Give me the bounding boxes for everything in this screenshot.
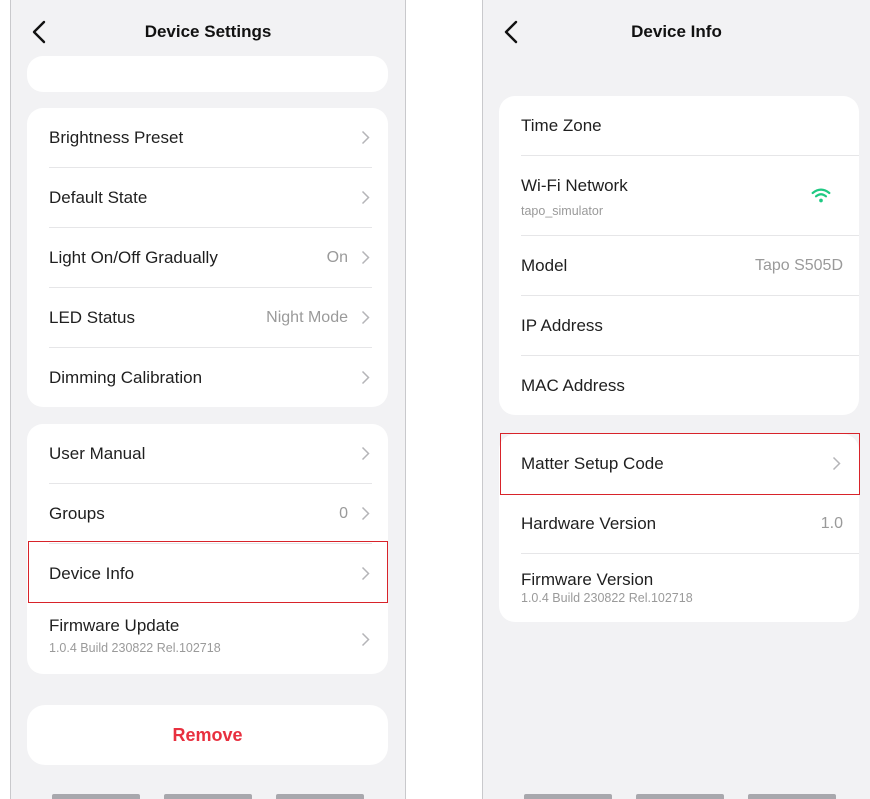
row-label: Groups bbox=[49, 504, 105, 523]
chevron-right-icon bbox=[832, 456, 841, 471]
info-card-network: Time Zone Wi-Fi Network tapo_simulator M… bbox=[499, 96, 859, 415]
row-label: Dimming Calibration bbox=[49, 368, 203, 387]
row-ip-address: IP Address bbox=[499, 296, 859, 356]
row-value: 0 bbox=[339, 505, 348, 522]
bottom-tab-stub bbox=[748, 794, 836, 799]
row-value: On bbox=[326, 249, 348, 266]
bottom-tab-stub bbox=[52, 794, 140, 799]
row-value: 1.0 bbox=[820, 515, 843, 532]
row-label: Time Zone bbox=[521, 116, 602, 135]
wifi-icon bbox=[811, 188, 831, 203]
chevron-right-icon bbox=[361, 506, 370, 521]
row-device-info[interactable]: Device Info bbox=[27, 544, 388, 604]
row-label: Hardware Version bbox=[521, 514, 657, 533]
row-label: User Manual bbox=[49, 444, 146, 463]
row-label: Light On/Off Gradually bbox=[49, 248, 218, 267]
row-time-zone: Time Zone bbox=[499, 96, 859, 156]
firmware-version-text: 1.0.4 Build 230822 Rel.102718 bbox=[521, 591, 693, 605]
top-bar: Device Info bbox=[483, 0, 870, 66]
row-label: Firmware Version bbox=[521, 570, 654, 589]
row-firmware-update[interactable]: Firmware Update 1.0.4 Build 230822 Rel.1… bbox=[27, 604, 388, 674]
info-card-version: Matter Setup Code Hardware Version 1.0 F… bbox=[499, 434, 859, 622]
chevron-right-icon bbox=[361, 190, 370, 205]
row-user-manual[interactable]: User Manual bbox=[27, 424, 388, 484]
row-label: Firmware Update bbox=[49, 616, 180, 635]
chevron-right-icon bbox=[361, 632, 370, 647]
chevron-right-icon bbox=[361, 370, 370, 385]
chevron-right-icon bbox=[361, 566, 370, 581]
chevron-right-icon bbox=[361, 250, 370, 265]
row-label: IP Address bbox=[521, 316, 603, 335]
chevron-right-icon bbox=[361, 446, 370, 461]
chevron-right-icon bbox=[361, 130, 370, 145]
settings-card-device: User Manual Groups 0 Device Info Firmwar… bbox=[27, 424, 388, 674]
row-dimming-calibration[interactable]: Dimming Calibration bbox=[27, 348, 388, 407]
row-firmware-version: Firmware Version 1.0.4 Build 230822 Rel.… bbox=[499, 554, 859, 622]
row-hardware-version: Hardware Version 1.0 bbox=[499, 494, 859, 554]
row-default-state[interactable]: Default State bbox=[27, 168, 388, 228]
row-led-status[interactable]: LED Status Night Mode bbox=[27, 288, 388, 348]
remove-label: Remove bbox=[172, 725, 243, 745]
settings-card-light: Brightness Preset Default State Light On… bbox=[27, 108, 388, 407]
row-value: Tapo S505D bbox=[754, 257, 843, 274]
page-title: Device Info bbox=[631, 22, 722, 41]
row-model: Model Tapo S505D bbox=[499, 236, 859, 296]
device-info-screen: Device Info Time Zone Wi-Fi Network tapo… bbox=[482, 0, 870, 799]
row-groups[interactable]: Groups 0 bbox=[27, 484, 388, 544]
row-light-gradually[interactable]: Light On/Off Gradually On bbox=[27, 228, 388, 288]
row-value: Night Mode bbox=[266, 309, 348, 326]
row-label: Device Info bbox=[49, 564, 135, 583]
row-label: Brightness Preset bbox=[49, 128, 184, 147]
row-matter-setup-code[interactable]: Matter Setup Code bbox=[499, 434, 859, 494]
row-wifi-network: Wi-Fi Network tapo_simulator bbox=[499, 156, 859, 236]
device-settings-screen: Device Settings Brightness Preset Defaul… bbox=[10, 0, 406, 799]
chevron-right-icon bbox=[361, 310, 370, 325]
row-label: Default State bbox=[49, 188, 148, 207]
bottom-tab-stub bbox=[636, 794, 724, 799]
remove-button[interactable]: Remove bbox=[27, 705, 388, 765]
row-label: Wi-Fi Network bbox=[521, 176, 628, 195]
row-label: Matter Setup Code bbox=[521, 454, 664, 473]
bottom-tab-stub bbox=[276, 794, 364, 799]
settings-card-previous bbox=[27, 56, 388, 92]
wifi-ssid-text: tapo_simulator bbox=[521, 204, 603, 218]
page-title: Device Settings bbox=[144, 22, 272, 41]
firmware-version-text: 1.0.4 Build 230822 Rel.102718 bbox=[49, 641, 221, 655]
row-label: MAC Address bbox=[521, 376, 625, 395]
row-brightness-preset[interactable]: Brightness Preset bbox=[27, 108, 388, 168]
bottom-tab-stub bbox=[524, 794, 612, 799]
row-label: LED Status bbox=[49, 308, 135, 327]
bottom-tab-stub bbox=[164, 794, 252, 799]
row-label: Model bbox=[521, 256, 568, 275]
row-mac-address: MAC Address bbox=[499, 356, 859, 415]
